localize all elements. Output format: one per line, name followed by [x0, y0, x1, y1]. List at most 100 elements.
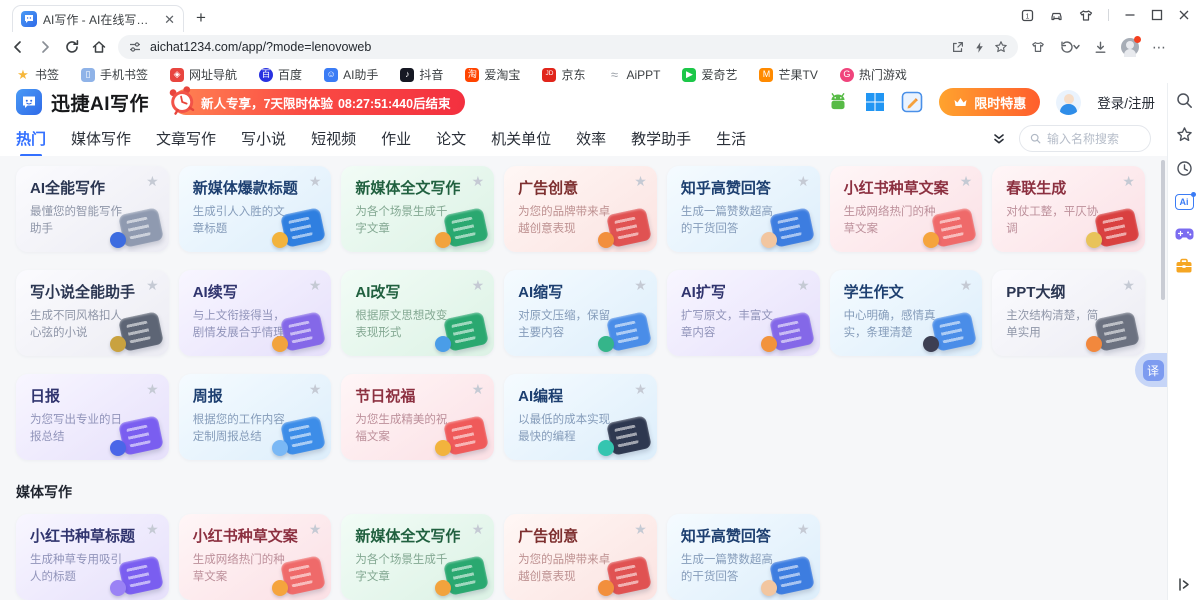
bookmark-item[interactable]: M 芒果TV: [759, 68, 817, 82]
games-gamepad-icon[interactable]: [1175, 227, 1194, 241]
login-register-link[interactable]: 登录/注册: [1097, 92, 1155, 112]
category-tab[interactable]: 文章写作: [156, 128, 216, 149]
bookmark-item[interactable]: JD 京东: [542, 68, 585, 82]
tool-card[interactable]: ★ PPT大纲 主次结构清楚，简单实用: [992, 270, 1145, 356]
scrollbar[interactable]: [1161, 160, 1165, 300]
tool-card[interactable]: ★ 春联生成 对仗工整，平仄协调: [992, 166, 1145, 252]
category-tab[interactable]: 机关单位: [491, 128, 551, 149]
favorite-star-icon[interactable]: ★: [472, 278, 485, 292]
quick-launch-icon[interactable]: [973, 41, 986, 54]
favorite-star-icon[interactable]: ★: [797, 174, 810, 188]
cape-icon[interactable]: [1079, 9, 1093, 22]
limited-offer-button[interactable]: 限时特惠: [939, 88, 1040, 116]
tool-search-box[interactable]: [1019, 125, 1151, 152]
favorite-star-icon[interactable]: ★: [309, 278, 322, 292]
bookmark-item[interactable]: 百 百度: [259, 68, 302, 82]
favorite-star-icon[interactable]: ★: [146, 278, 159, 292]
ai-tools-icon[interactable]: Ai: [1175, 194, 1194, 210]
favorite-star-icon[interactable]: ★: [634, 278, 647, 292]
avatar[interactable]: [1056, 90, 1081, 115]
tool-card[interactable]: ★ 广告创意 为您的品牌带来卓越创意表现: [504, 166, 657, 252]
favorite-star-icon[interactable]: ★: [960, 174, 973, 188]
menu-icon[interactable]: ⋯: [1152, 39, 1167, 56]
bookmark-item[interactable]: ≈ AiPPT: [607, 68, 660, 82]
favorite-star-icon[interactable]: ★: [1122, 278, 1135, 292]
chevron-double-down-icon[interactable]: [992, 132, 1006, 146]
new-tab-button[interactable]: +: [196, 9, 206, 26]
tool-card[interactable]: ★ AI缩写 对原文压缩，保留主要内容: [504, 270, 657, 356]
home-icon[interactable]: [91, 39, 107, 55]
extension-icon[interactable]: [1031, 40, 1045, 54]
url-bar[interactable]: aichat1234.com/app/?mode=lenovoweb: [118, 35, 1018, 59]
favorite-star-icon[interactable]: ★: [309, 382, 322, 396]
tool-card[interactable]: ★ 周报 根据您的工作内容定制周报总结: [179, 374, 332, 460]
category-tab[interactable]: 效率: [576, 128, 606, 149]
category-tab[interactable]: 短视频: [311, 128, 356, 149]
expand-panel-icon[interactable]: [1178, 577, 1191, 592]
favorite-star-icon[interactable]: ★: [1122, 174, 1135, 188]
maximize-button[interactable]: [1151, 9, 1163, 21]
favorite-star-icon[interactable]: ★: [472, 522, 485, 536]
favorite-star-icon[interactable]: ★: [634, 522, 647, 536]
tool-card[interactable]: ★ 小红书种草文案 生成网络热门的种草文案: [830, 166, 983, 252]
app-logo-icon[interactable]: [16, 89, 42, 115]
reload-icon[interactable]: [64, 39, 80, 55]
tool-card[interactable]: ★ 新媒体爆款标题 生成引人入胜的文章标题: [179, 166, 332, 252]
favorite-star-icon[interactable]: ★: [472, 174, 485, 188]
bookmark-item[interactable]: ▶ 爱奇艺: [682, 68, 737, 82]
tool-card[interactable]: ★ AI编程 以最低的成本实现最快的编程: [504, 374, 657, 460]
bookmark-item[interactable]: ♪ 抖音: [400, 68, 443, 82]
back-icon[interactable]: [10, 39, 26, 55]
favorite-star-icon[interactable]: ★: [146, 522, 159, 536]
tool-card[interactable]: ★ AI全能写作 最懂您的智能写作助手: [16, 166, 169, 252]
profile-icon[interactable]: [1121, 38, 1139, 56]
history-clock-icon[interactable]: [1176, 160, 1193, 177]
tool-card[interactable]: ★ 小红书种草标题 生成种草专用吸引人的标题: [16, 514, 169, 600]
tool-card[interactable]: ★ AI扩写 扩写原文，丰富文章内容: [667, 270, 820, 356]
bookmark-star-icon[interactable]: [994, 40, 1008, 54]
favorite-star-icon[interactable]: ★: [309, 522, 322, 536]
close-window-button[interactable]: [1178, 9, 1190, 21]
download-icon[interactable]: [1093, 40, 1108, 55]
favorite-star-icon[interactable]: ★: [797, 522, 810, 536]
car-mode-icon[interactable]: [1049, 9, 1064, 22]
tool-card[interactable]: ★ AI改写 根据原文思想改变表现形式: [341, 270, 494, 356]
favorite-star-icon[interactable]: ★: [797, 278, 810, 292]
bookmark-item[interactable]: ★ 书签: [16, 68, 59, 82]
tab-close-icon[interactable]: ✕: [164, 13, 175, 26]
tool-card[interactable]: ★ 新媒体全文写作 为各个场景生成千字文章: [341, 166, 494, 252]
favorite-star-icon[interactable]: ★: [309, 174, 322, 188]
tool-card[interactable]: ★ 节日祝福 为您生成精美的祝福文案: [341, 374, 494, 460]
tool-card[interactable]: ★ 学生作文 中心明确，感情真实，条理清楚: [830, 270, 983, 356]
tool-card[interactable]: ★ 新媒体全文写作 为各个场景生成千字文章: [341, 514, 494, 600]
newcomer-banner[interactable]: 新人专享，7天限时体验 08:27:51:440后结束: [173, 89, 465, 115]
undo-icon[interactable]: [1058, 40, 1080, 54]
tab-count-icon[interactable]: 1: [1021, 9, 1034, 22]
tool-card[interactable]: ★ 写小说全能助手 生成不同风格扣人心弦的小说: [16, 270, 169, 356]
forward-icon[interactable]: [37, 39, 53, 55]
translate-fab[interactable]: 译: [1135, 353, 1167, 387]
search-icon[interactable]: [1176, 92, 1193, 109]
tool-card[interactable]: ★ 日报 为您写出专业的日报总结: [16, 374, 169, 460]
favorites-star-icon[interactable]: [1176, 126, 1193, 143]
favorite-star-icon[interactable]: ★: [634, 174, 647, 188]
bookmark-item[interactable]: ▯ 手机书签: [81, 68, 148, 82]
bookmark-item[interactable]: G 热门游戏: [840, 68, 907, 82]
minimize-button[interactable]: [1124, 9, 1136, 21]
favorite-star-icon[interactable]: ★: [634, 382, 647, 396]
browser-tab[interactable]: AI写作 - AI在线写作软件 - 迅捷A ✕: [12, 5, 184, 32]
category-tab[interactable]: 论文: [436, 128, 466, 149]
search-input[interactable]: [1047, 132, 1140, 146]
tool-card[interactable]: ★ 广告创意 为您的品牌带来卓越创意表现: [504, 514, 657, 600]
favorite-star-icon[interactable]: ★: [146, 174, 159, 188]
bookmark-item[interactable]: ☺ AI助手: [324, 68, 378, 82]
toolbox-icon[interactable]: [1175, 258, 1193, 274]
category-tab[interactable]: 写小说: [241, 128, 286, 149]
category-tab[interactable]: 生活: [716, 128, 746, 149]
site-settings-icon[interactable]: [128, 40, 142, 54]
tool-card[interactable]: ★ AI续写 与上文衔接得当，剧情发展合乎情理: [179, 270, 332, 356]
tool-card[interactable]: ★ 小红书种草文案 生成网络热门的种草文案: [179, 514, 332, 600]
favorite-star-icon[interactable]: ★: [960, 278, 973, 292]
windows-icon[interactable]: [865, 92, 885, 112]
favorite-star-icon[interactable]: ★: [146, 382, 159, 396]
